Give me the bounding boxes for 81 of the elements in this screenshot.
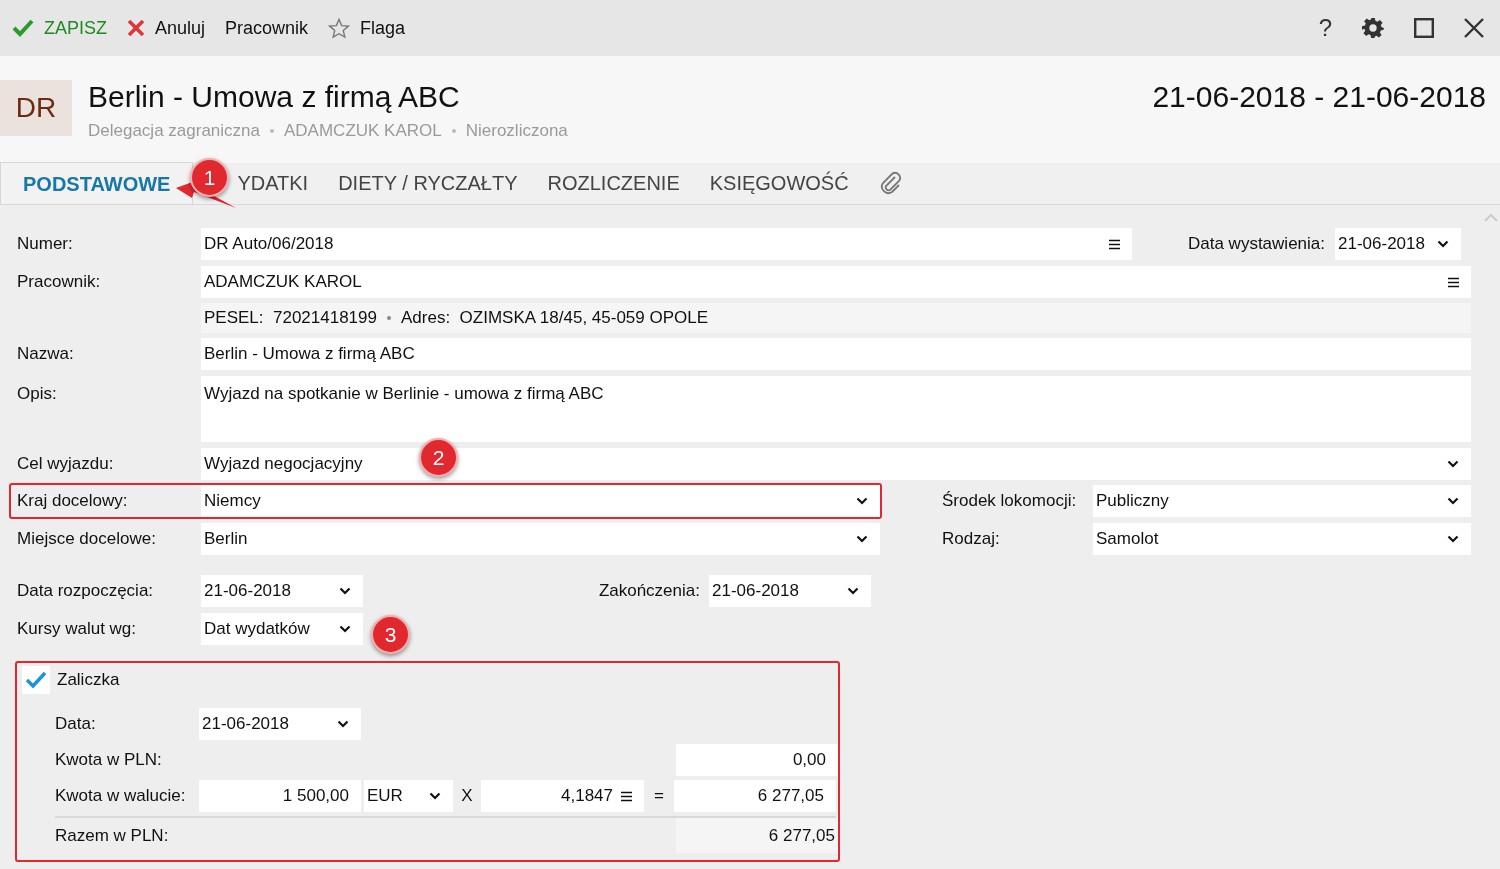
chevron-down-icon xyxy=(847,587,859,595)
field-label: Data wystawienia: xyxy=(1188,233,1325,256)
field-label: Opis: xyxy=(17,383,58,405)
field-label: Zaliczka xyxy=(57,669,120,692)
total-value: 6 277,05 xyxy=(676,818,838,853)
tab[interactable]: KSIĘGOWOŚĆ xyxy=(709,162,849,204)
chevron-down-icon xyxy=(1447,460,1459,468)
rate-field[interactable]: 4,1847 xyxy=(481,780,644,812)
chevron-down-icon xyxy=(337,720,349,728)
field-label: Data: xyxy=(55,713,97,736)
field-label: Kraj docelowy: xyxy=(17,490,129,513)
text-area[interactable]: Wyjazd na spotkanie w Berlinie - umowa z firmą ABC xyxy=(201,376,1471,442)
chevron-down-icon xyxy=(856,535,868,543)
input-field[interactable]: DR Auto/06/2018 xyxy=(201,228,1132,260)
field-label: Rodzaj: xyxy=(942,529,1000,549)
input-field[interactable]: ADAMCZUK KAROL xyxy=(201,266,1471,298)
date-dropdown[interactable]: 21-06-2018 xyxy=(201,575,363,607)
tab[interactable]: YDATKI xyxy=(237,162,309,204)
field-label: Razem w PLN: xyxy=(55,824,170,847)
dropdown-field[interactable]: Samolot xyxy=(1093,523,1471,555)
menu-icon xyxy=(621,790,632,802)
date-dropdown[interactable]: 21-06-2018 xyxy=(199,708,361,740)
currency-dropdown[interactable]: EUR xyxy=(364,780,453,812)
menu-icon xyxy=(1109,238,1120,250)
employee-info: PESEL: 72021418199 xyxy=(204,307,377,330)
maximize-icon[interactable] xyxy=(1414,18,1434,38)
field-label: Data rozpoczęcia: xyxy=(17,580,155,603)
field-label: Kwota w PLN: xyxy=(55,749,163,772)
field-label: Miejsce docelowe: xyxy=(17,528,157,551)
field-label: Numer: xyxy=(17,233,74,256)
menu-icon xyxy=(1448,276,1459,288)
equals-sign: = xyxy=(653,785,665,808)
field-label: Kwota w walucie: xyxy=(55,785,187,808)
amount-field[interactable]: 6 277,05 xyxy=(674,780,836,812)
field-label: Zakończenia: xyxy=(598,580,700,603)
chevron-down-icon xyxy=(1447,497,1459,505)
tab[interactable]: PODSTAWOWE xyxy=(0,162,194,204)
settings-icon[interactable] xyxy=(1362,17,1384,39)
chevron-down-icon xyxy=(339,587,351,595)
tab[interactable]: DIETY / RYCZAŁTY xyxy=(338,162,518,204)
field-label: Pracownik: xyxy=(17,271,102,294)
checkmark-icon xyxy=(12,19,34,37)
date-range: 21-06-2018 - 21-06-2018 xyxy=(1152,80,1486,114)
chevron-down-icon xyxy=(339,625,351,633)
header-subtitle: Delegacja zagraniczna xyxy=(88,120,260,142)
star-icon xyxy=(328,17,351,39)
checkbox[interactable] xyxy=(22,666,50,694)
input-field[interactable]: Berlin - Umowa z firmą ABC xyxy=(201,338,1471,370)
document-type-badge: DR xyxy=(0,80,72,136)
field-label: Nazwa: xyxy=(17,343,75,366)
chevron-down-icon xyxy=(429,792,441,800)
chevron-down-icon xyxy=(1437,240,1449,248)
date-dropdown[interactable]: 21-06-2018 xyxy=(709,575,871,607)
dropdown-field[interactable]: Niemcy xyxy=(201,485,880,517)
field-label: Środek lokomocji: xyxy=(942,491,1077,511)
toolbar-button[interactable]: Flaga xyxy=(328,14,406,42)
paperclip-icon[interactable] xyxy=(878,170,903,197)
date-dropdown[interactable]: 21-06-2018 xyxy=(1335,228,1461,260)
dropdown-field[interactable]: Dat wydatków xyxy=(201,613,363,645)
document-title: Berlin - Umowa z firmą ABC xyxy=(88,80,461,114)
header-subtitle: ADAMCZUK KAROL xyxy=(284,120,442,142)
dropdown-field[interactable]: Publiczny xyxy=(1093,485,1471,517)
toolbar-button[interactable]: Pracownik xyxy=(225,14,309,42)
toolbar-button[interactable]: Anuluj xyxy=(127,14,206,42)
help-button[interactable]: ? xyxy=(1318,10,1332,46)
field-label: Kursy walut wg: xyxy=(17,618,138,641)
amount-field[interactable]: 0,00 xyxy=(676,744,838,776)
dropdown-field[interactable]: Berlin xyxy=(201,523,880,555)
header-subtitle: Nierozliczona xyxy=(465,120,568,142)
field-label: Cel wyjazdu: xyxy=(17,453,115,476)
toolbar-button[interactable]: ZAPISZ xyxy=(12,14,107,42)
employee-info: Adres: OZIMSKA 18/45, 45-059 OPOLE xyxy=(401,307,709,330)
checkmark-icon xyxy=(25,671,47,689)
chevron-down-icon xyxy=(856,497,868,505)
close-icon[interactable] xyxy=(1464,18,1484,38)
close-icon xyxy=(127,19,145,37)
multiply-sign: X xyxy=(460,785,474,808)
amount-field[interactable]: 1 500,00 xyxy=(199,780,361,812)
step-marker: 3 xyxy=(371,615,410,654)
chevron-down-icon xyxy=(1447,535,1459,543)
tab[interactable]: ROZLICZENIE xyxy=(547,162,680,204)
